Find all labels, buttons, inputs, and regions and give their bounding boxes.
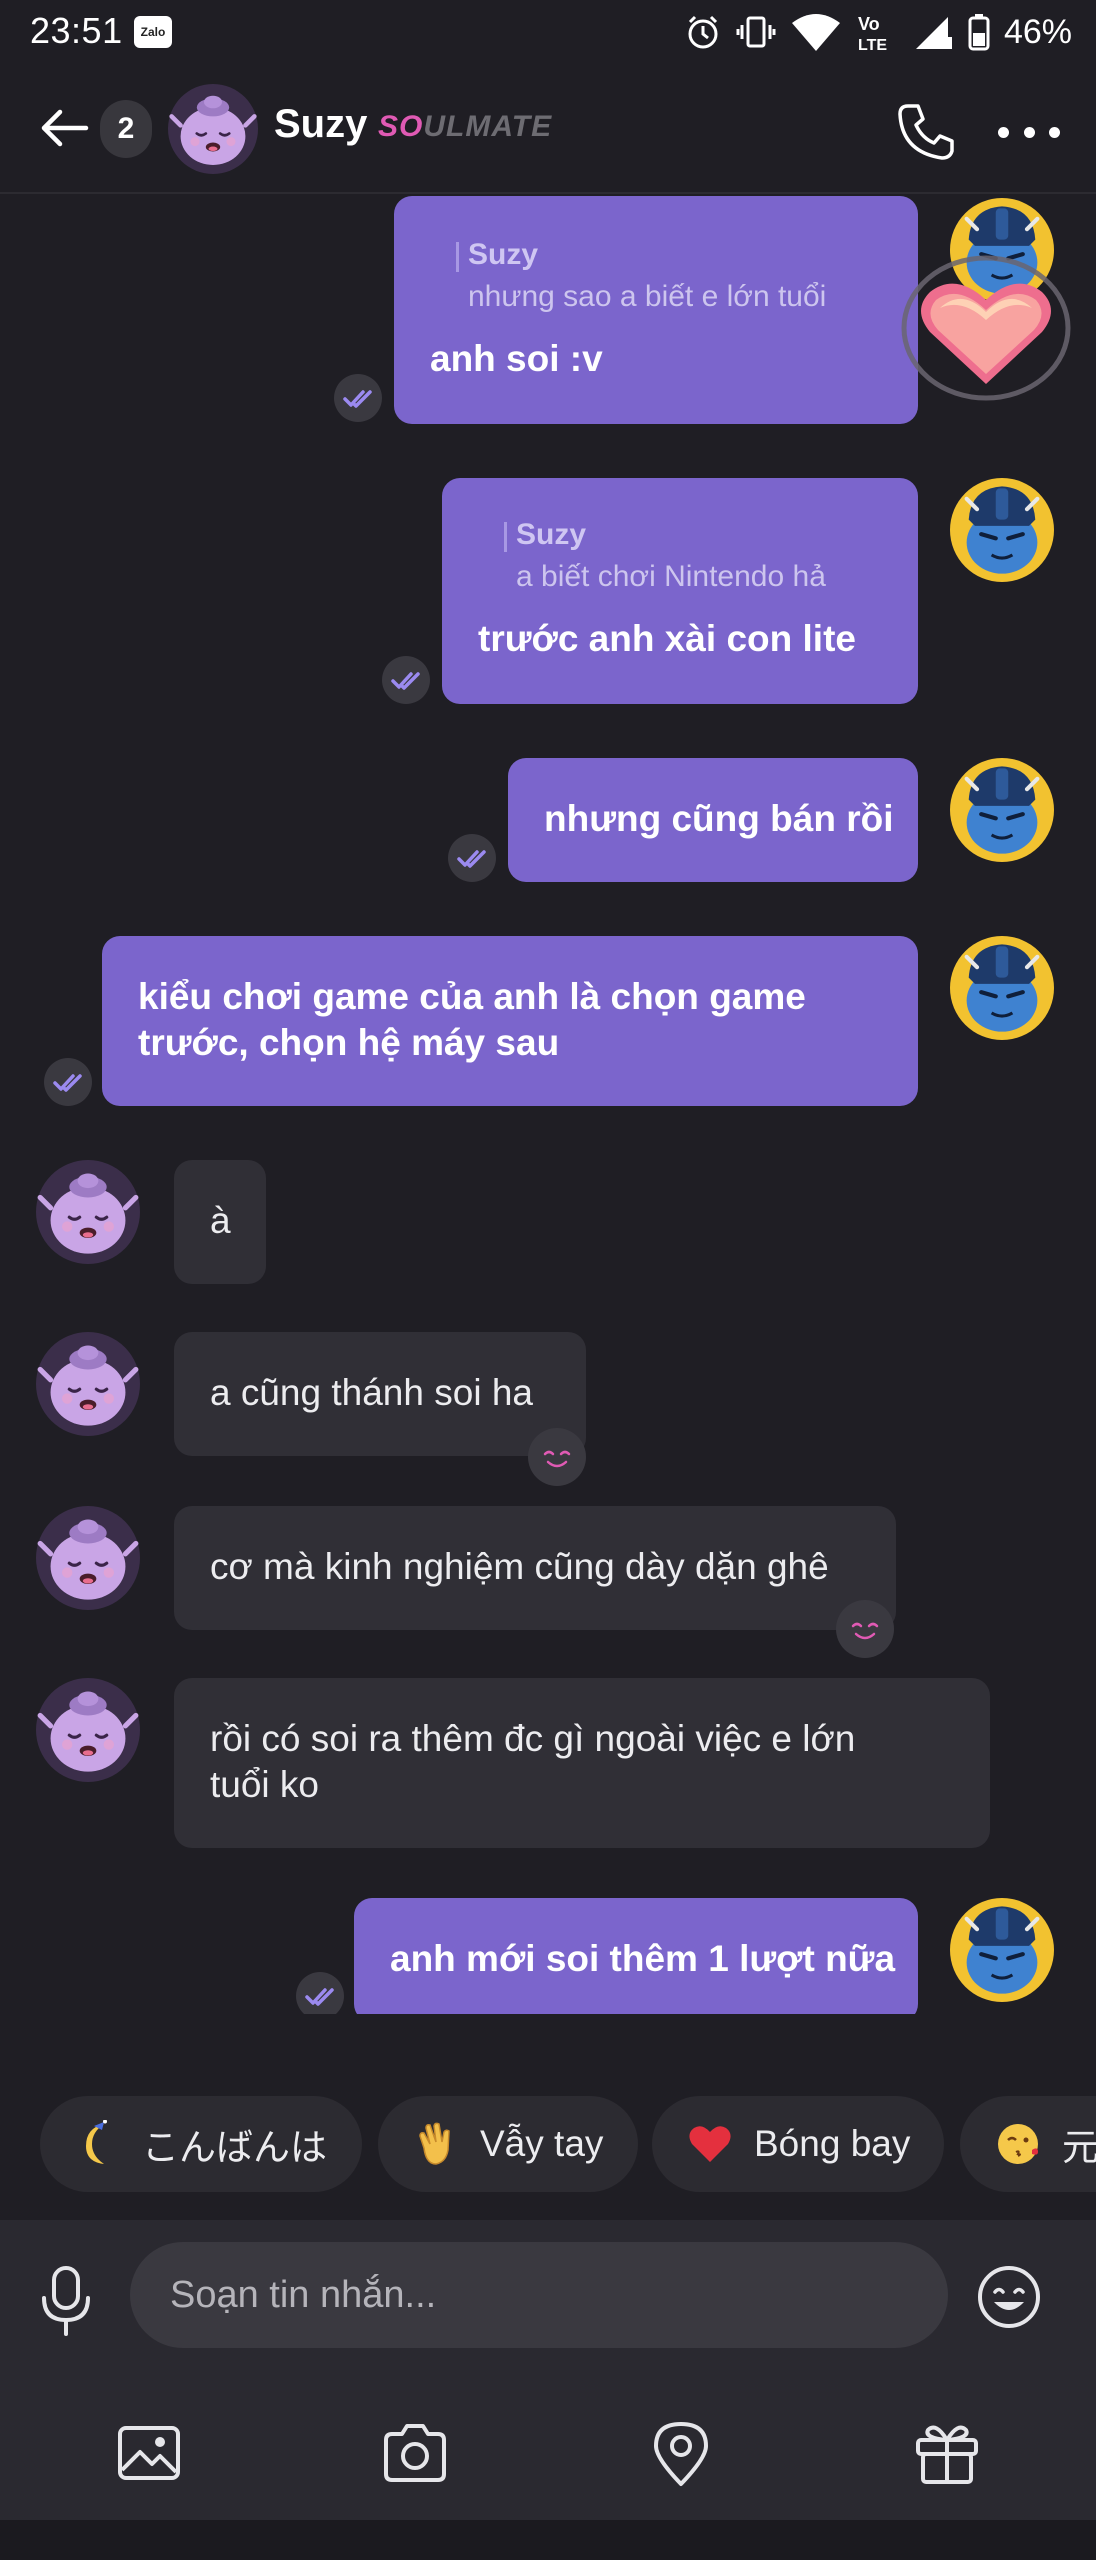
wifi-icon bbox=[791, 14, 840, 51]
message-input-container[interactable] bbox=[130, 2242, 948, 2348]
message-text: trước anh xài con lite bbox=[478, 618, 856, 659]
message-bubble-outgoing[interactable]: Suzy nhưng sao a biết e lớn tuổi anh soi… bbox=[394, 196, 918, 424]
read-receipt-icon bbox=[382, 656, 430, 704]
message-text-line: tuổi ko bbox=[210, 1764, 320, 1805]
my-avatar[interactable] bbox=[950, 1898, 1054, 2002]
reply-quote-author: Suzy bbox=[516, 518, 587, 551]
message-bubble-outgoing[interactable]: nhưng cũng bán rồi bbox=[508, 758, 918, 882]
more-options-icon[interactable] bbox=[998, 122, 1060, 142]
volte-icon: Vo LTE bbox=[858, 14, 887, 52]
my-avatar[interactable] bbox=[950, 758, 1054, 862]
camera-icon[interactable] bbox=[380, 2418, 450, 2488]
contact-avatar[interactable] bbox=[36, 1160, 140, 1264]
reply-quote-author: Suzy bbox=[468, 238, 539, 271]
message-text: à bbox=[210, 1200, 231, 1241]
message-bubble-incoming[interactable]: cơ mà kinh nghiệm cũng dày dặn ghê bbox=[174, 1506, 896, 1630]
message-text: anh soi :v bbox=[430, 338, 603, 379]
contact-avatar[interactable] bbox=[36, 1678, 140, 1782]
status-bar: 23:51 Zalo Vo LTE 46% bbox=[0, 0, 1096, 64]
quick-reply-label: Vẫy tay bbox=[480, 2123, 604, 2164]
message-bubble-incoming[interactable]: rồi có soi ra thêm đc gì ngoài việc e lớ… bbox=[174, 1678, 990, 1848]
battery-percent: 46% bbox=[1003, 12, 1072, 51]
reply-quote-text: a biết chơi Nintendo hả bbox=[516, 560, 826, 593]
message-bubble-outgoing[interactable]: kiểu chơi game của anh là chọn game trướ… bbox=[102, 936, 918, 1106]
quick-reply-chip[interactable]: 元 bbox=[960, 2096, 1096, 2192]
my-avatar[interactable] bbox=[950, 478, 1054, 582]
quick-reply-row[interactable]: こんばんは Vẫy tay Bóng bay 元 bbox=[0, 2096, 1096, 2200]
heart-icon bbox=[689, 2126, 731, 2162]
svg-text:LTE: LTE bbox=[858, 37, 887, 52]
vibrate-icon bbox=[736, 16, 776, 48]
reply-quote-bar bbox=[456, 242, 459, 272]
microphone-icon[interactable] bbox=[36, 2264, 96, 2338]
moon-icon bbox=[86, 2120, 107, 2164]
message-bubble-incoming[interactable]: à bbox=[174, 1160, 266, 1284]
status-time: 23:51 bbox=[30, 10, 123, 51]
message-text: a cũng thánh soi ha bbox=[210, 1372, 533, 1413]
signal-icon bbox=[915, 17, 952, 49]
quick-reply-chip[interactable]: Vẫy tay bbox=[378, 2096, 638, 2192]
message-bubble-incoming[interactable]: a cũng thánh soi ha bbox=[174, 1332, 586, 1456]
quick-reply-label: Bóng bay bbox=[754, 2123, 911, 2164]
message-text-line: rồi có soi ra thêm đc gì ngoài việc e lớ… bbox=[210, 1718, 856, 1759]
quick-reply-chip[interactable]: こんばんは bbox=[40, 2096, 362, 2192]
message-bubble-outgoing[interactable]: anh mới soi thêm 1 lượt nữa bbox=[354, 1898, 918, 2014]
message-text-line: trước, chọn hệ máy sau bbox=[138, 1022, 560, 1063]
contact-avatar[interactable] bbox=[36, 1332, 140, 1436]
status-icons: Vo LTE 46% bbox=[684, 12, 1072, 52]
reply-quote-bar bbox=[504, 522, 507, 552]
chat-header: 2 Suzy SOULMATE bbox=[0, 64, 1096, 194]
soulmate-badge: SOULMATE bbox=[378, 110, 552, 144]
message-input[interactable] bbox=[170, 2242, 910, 2348]
navigation-bar-strip bbox=[0, 2520, 1096, 2560]
contact-avatar[interactable] bbox=[168, 84, 258, 174]
reaction-smile-icon[interactable] bbox=[528, 1428, 586, 1486]
message-text: anh mới soi thêm 1 lượt nữa bbox=[390, 1938, 896, 1979]
read-receipt-icon bbox=[44, 1058, 92, 1106]
contact-name[interactable]: Suzy bbox=[274, 102, 367, 147]
emoji-picker-icon[interactable] bbox=[976, 2264, 1042, 2330]
read-receipt-icon bbox=[296, 1972, 344, 2014]
kiss-face-icon bbox=[998, 2124, 1038, 2164]
message-text: cơ mà kinh nghiệm cũng dày dặn ghê bbox=[210, 1546, 829, 1587]
message-list[interactable]: Suzy nhưng sao a biết e lớn tuổi anh soi… bbox=[0, 196, 1096, 2014]
contact-avatar[interactable] bbox=[36, 1506, 140, 1610]
phone-call-icon[interactable] bbox=[894, 100, 958, 164]
battery-icon bbox=[968, 14, 990, 51]
svg-text:Vo: Vo bbox=[858, 14, 880, 34]
heart-sticker-icon bbox=[901, 255, 1071, 401]
back-arrow-icon[interactable] bbox=[36, 100, 92, 156]
image-gallery-icon[interactable] bbox=[114, 2418, 184, 2488]
quick-reply-chip[interactable]: Bóng bay bbox=[652, 2096, 944, 2192]
message-text: nhưng cũng bán rồi bbox=[544, 798, 894, 839]
soulmate-badge-rest: ULMATE bbox=[423, 110, 553, 143]
waving-hand-icon bbox=[419, 2122, 450, 2165]
alarm-icon bbox=[688, 15, 718, 49]
location-pin-icon[interactable] bbox=[646, 2418, 716, 2488]
message-text-line: kiểu chơi game của anh là chọn game bbox=[138, 976, 806, 1017]
my-avatar[interactable] bbox=[950, 936, 1054, 1040]
unread-count-badge[interactable]: 2 bbox=[100, 100, 152, 158]
message-bubble-outgoing[interactable]: Suzy a biết chơi Nintendo hả trước anh x… bbox=[442, 478, 918, 704]
quick-reply-label: 元 bbox=[1062, 2127, 1096, 2168]
quick-reply-label: こんばんは bbox=[142, 2127, 327, 2168]
read-receipt-icon bbox=[334, 374, 382, 422]
composer-panel bbox=[0, 2220, 1096, 2560]
read-receipt-icon bbox=[448, 834, 496, 882]
zalo-notification-icon: Zalo bbox=[134, 16, 172, 48]
reply-quote-text: nhưng sao a biết e lớn tuổi bbox=[468, 280, 827, 313]
reaction-smile-icon[interactable] bbox=[836, 1600, 894, 1658]
soulmate-badge-accent: SO bbox=[378, 110, 424, 143]
gift-icon[interactable] bbox=[912, 2418, 982, 2488]
